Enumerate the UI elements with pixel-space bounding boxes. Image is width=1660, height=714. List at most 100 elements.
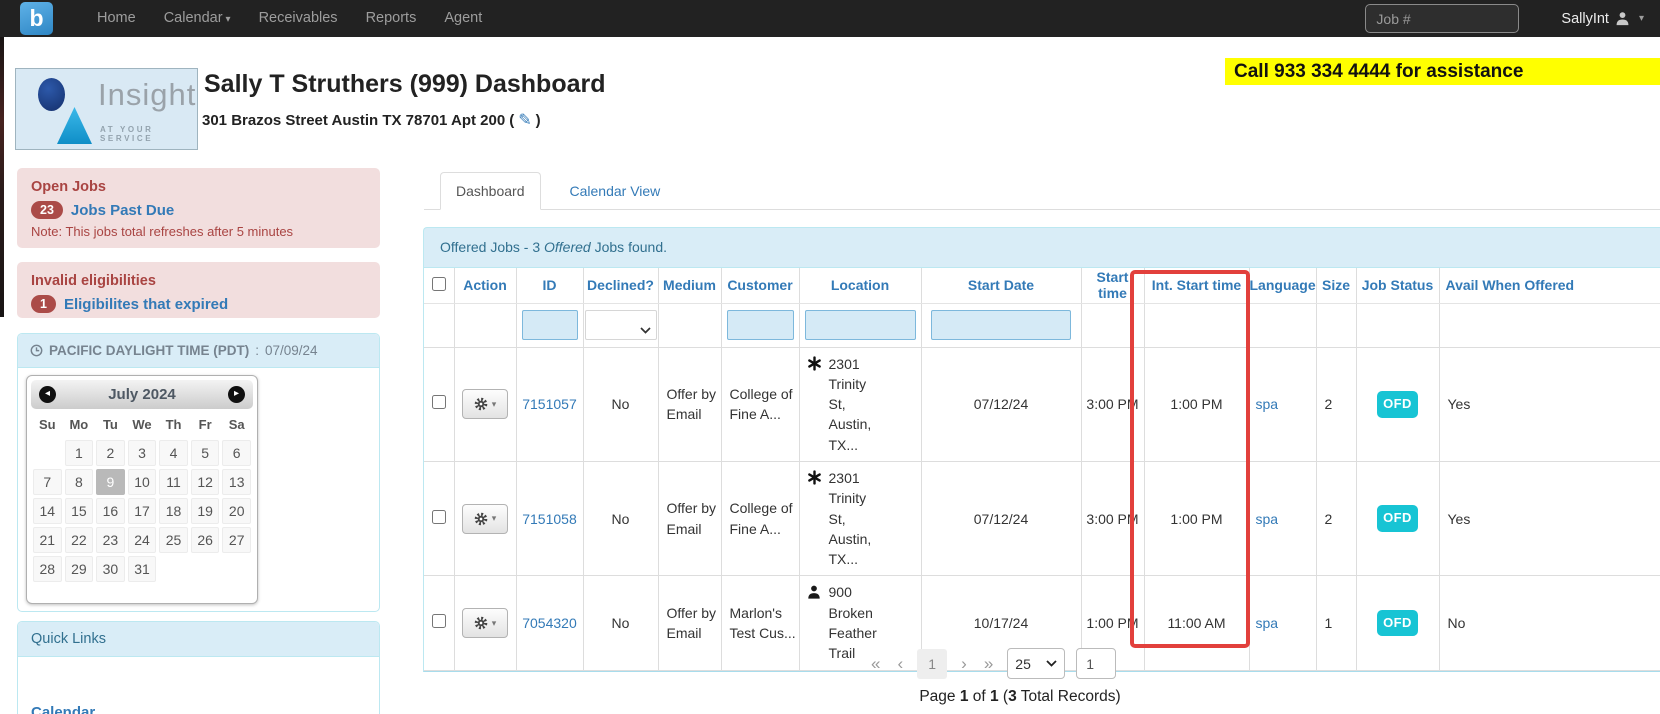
calendar-day[interactable]: 26 [190, 527, 220, 553]
current-page-button[interactable]: 1 [917, 648, 948, 679]
offered-jobs-title-italic: Offered [544, 239, 591, 255]
nav-item-home[interactable]: Home [83, 0, 150, 38]
filter-customer-input[interactable] [726, 310, 794, 340]
calendar-day[interactable]: 13 [222, 469, 251, 495]
first-page-button[interactable]: « [868, 654, 883, 674]
calendar-day[interactable]: 18 [159, 498, 188, 524]
col-id[interactable]: ID [516, 268, 584, 304]
filter-declined-select[interactable] [584, 310, 657, 340]
row-actions-button[interactable]: ▾ [462, 389, 508, 420]
row-checkbox[interactable] [431, 509, 446, 524]
col-job-status[interactable]: Job Status [1356, 268, 1440, 304]
tab-dashboard[interactable]: Dashboard [440, 172, 541, 210]
open-jobs-title: Open Jobs [31, 179, 106, 195]
size-cell: 1 [1316, 575, 1357, 671]
calendar-day[interactable]: 30 [96, 556, 125, 582]
row-checkbox[interactable] [431, 395, 446, 410]
asterisk-icon [807, 468, 822, 490]
calendar-day[interactable]: 22 [64, 527, 94, 553]
last-page-button[interactable]: » [981, 654, 996, 674]
row-actions-button[interactable]: ▾ [462, 608, 508, 639]
user-menu[interactable]: SallyInt ▾ [1561, 11, 1644, 27]
filter-id-input[interactable] [521, 310, 578, 340]
language-link[interactable]: spa [1250, 394, 1279, 414]
calendar-day[interactable]: 6 [222, 440, 251, 466]
calendar-day[interactable]: 16 [96, 498, 125, 524]
col-start-time[interactable]: Start time [1081, 268, 1145, 304]
calendar-day[interactable]: 10 [127, 469, 157, 495]
col-customer[interactable]: Customer [721, 268, 800, 304]
job-status-badge: OFD [1377, 390, 1418, 418]
calendar-day[interactable]: 1 [64, 440, 94, 466]
nav-item-reports[interactable]: Reports [352, 0, 431, 38]
calendar-day[interactable]: 24 [127, 527, 157, 553]
int-start-time-cell: 1:00 PM [1144, 347, 1250, 462]
nav-item-calendar[interactable]: Calendar ▾ [150, 0, 245, 38]
calendar-day[interactable]: 5 [190, 440, 220, 466]
col-declined[interactable]: Declined? [583, 268, 659, 304]
nav-item-receivables[interactable]: Receivables [245, 0, 352, 38]
calendar-day[interactable]: 11 [159, 469, 188, 495]
next-month-button[interactable]: ▸ [228, 386, 245, 403]
job-id-link[interactable]: 7151057 [522, 396, 577, 412]
calendar-day[interactable]: 19 [190, 498, 220, 524]
calendar-day[interactable]: 14 [33, 498, 62, 524]
prev-page-button[interactable]: ‹ [894, 654, 906, 674]
nav-item-home-label: Home [97, 9, 136, 26]
col-location[interactable]: Location [799, 268, 922, 304]
per-page-select[interactable]: 25 [1007, 648, 1066, 679]
chevron-down-icon: ▾ [1638, 13, 1644, 24]
calendar-day[interactable]: 21 [33, 527, 62, 553]
language-link[interactable]: spa [1250, 509, 1279, 529]
calendar-day[interactable]: 9 [96, 469, 125, 495]
page-info-p2: of [968, 688, 990, 705]
calendar-day[interactable]: 27 [222, 527, 251, 553]
calendar-day[interactable]: 20 [222, 498, 251, 524]
job-number-input[interactable] [1365, 4, 1520, 33]
quick-link-calendar[interactable]: Calendar [31, 704, 95, 714]
job-id-link[interactable]: 7054320 [522, 615, 577, 631]
avail-cell: No [1439, 575, 1660, 671]
row-actions-button[interactable]: ▾ [462, 503, 508, 534]
col-medium[interactable]: Medium [658, 268, 722, 304]
declined-cell: No [583, 347, 659, 462]
nav-item-agent[interactable]: Agent [430, 0, 496, 38]
calendar-day[interactable]: 3 [127, 440, 157, 466]
col-size[interactable]: Size [1316, 268, 1357, 304]
col-language[interactable]: Language [1249, 268, 1317, 304]
next-page-button[interactable]: › [958, 654, 970, 674]
col-action[interactable]: Action [454, 268, 517, 304]
col-avail-when-offered[interactable]: Avail When Offered [1439, 268, 1660, 304]
calendar-day[interactable]: 2 [96, 440, 125, 466]
calendar-day[interactable]: 7 [33, 469, 62, 495]
filter-location-input[interactable] [804, 310, 916, 340]
chevron-down-icon: ▾ [225, 13, 231, 25]
job-row-2: ▾ 7151058 No Offer by Email College of F… [424, 461, 1660, 577]
jobs-past-due-link[interactable]: Jobs Past Due [71, 202, 174, 219]
language-link[interactable]: spa [1250, 613, 1279, 633]
calendar-day[interactable]: 8 [64, 469, 94, 495]
calendar-day[interactable]: 29 [64, 556, 94, 582]
edit-pencil-icon[interactable]: ✎ [518, 110, 531, 130]
row-checkbox[interactable] [431, 613, 446, 628]
calendar-day[interactable]: 28 [33, 556, 62, 582]
calendar-day[interactable]: 4 [159, 440, 188, 466]
start-date-cell: 07/12/24 [921, 347, 1082, 462]
calendar-day[interactable]: 12 [190, 469, 220, 495]
app-logo[interactable]: b [20, 2, 53, 35]
calendar-day[interactable]: 31 [127, 556, 157, 582]
page-info-p3: ( [998, 688, 1009, 705]
col-start-date[interactable]: Start Date [921, 268, 1082, 304]
calendar-day[interactable]: 17 [127, 498, 157, 524]
goto-page-input[interactable] [1076, 648, 1117, 679]
col-int-start-time[interactable]: Int. Start time [1144, 268, 1250, 304]
job-id-link[interactable]: 7151058 [522, 511, 577, 527]
prev-month-button[interactable]: ◂ [39, 386, 56, 403]
eligibilities-expired-link[interactable]: Eligibilites that expired [64, 296, 228, 313]
tab-calendar-view[interactable]: Calendar View [555, 173, 676, 209]
filter-start-date-input[interactable] [931, 310, 1071, 340]
calendar-day[interactable]: 25 [159, 527, 188, 553]
calendar-day[interactable]: 23 [96, 527, 125, 553]
calendar-day[interactable]: 15 [64, 498, 94, 524]
select-all-checkbox[interactable] [431, 276, 446, 291]
